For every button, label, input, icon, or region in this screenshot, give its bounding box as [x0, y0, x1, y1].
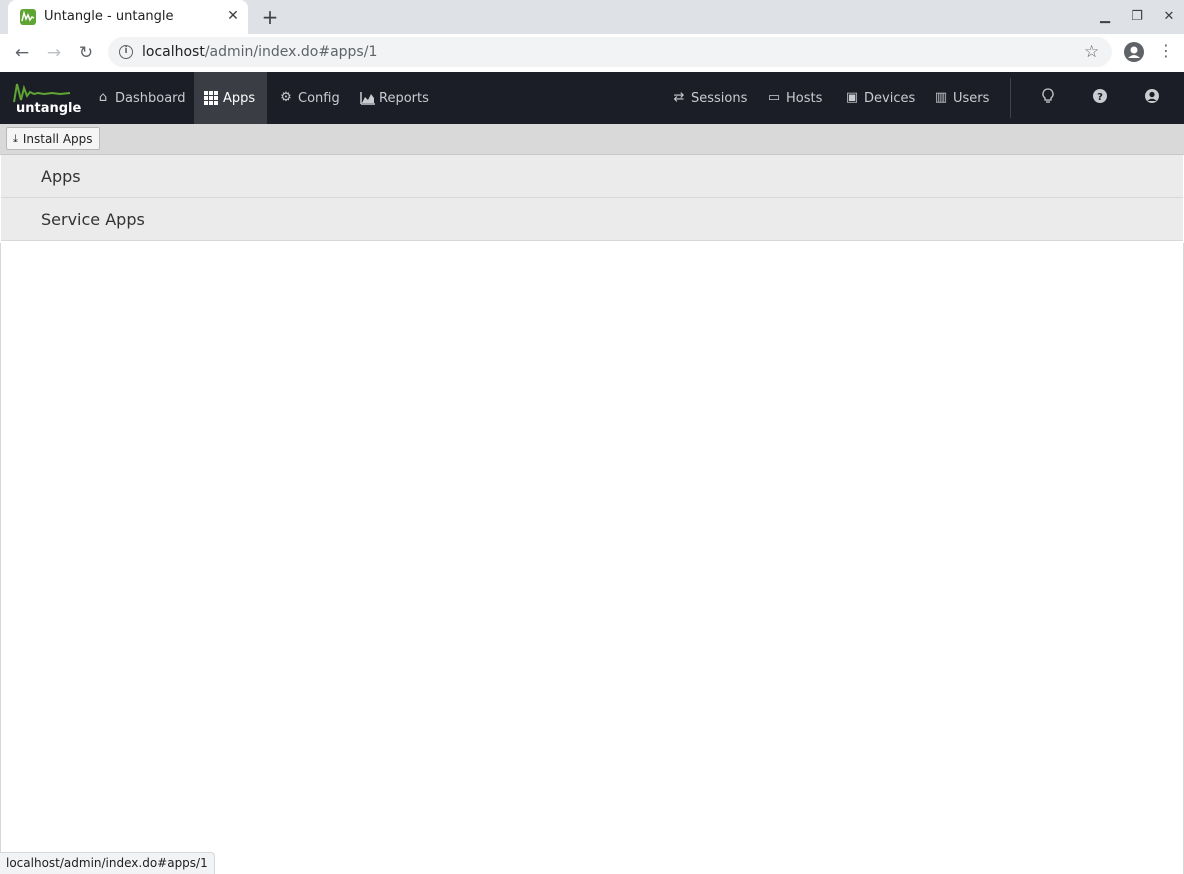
account-icon[interactable] — [1142, 88, 1162, 108]
info-icon[interactable]: i — [119, 45, 133, 59]
nav-reports-label: Reports — [379, 90, 429, 106]
nav-users-label: Users — [953, 90, 990, 106]
menu-kebab-icon[interactable]: ⋮ — [1158, 41, 1174, 60]
hosts-icon: ▭ — [767, 90, 781, 105]
nav-sessions-label: Sessions — [691, 90, 748, 106]
profile-avatar-icon[interactable] — [1124, 42, 1144, 62]
nav-apps-label: Apps — [223, 90, 256, 106]
nav-hosts-label: Hosts — [786, 90, 823, 106]
svg-text:?: ? — [1097, 92, 1103, 103]
close-tab-icon[interactable]: ✕ — [224, 7, 242, 25]
nav-devices[interactable]: ▣ Devices — [833, 72, 927, 124]
apps-content-area — [0, 243, 1184, 874]
app-header: untangle ⌂ Dashboard Apps ⚙ Config Repor… — [0, 72, 1184, 124]
area-chart-icon — [360, 91, 375, 105]
nav-divider — [1010, 78, 1011, 118]
browser-chrome: Untangle - untangle ✕ + ▁ ❐ ✕ ← → ↻ i lo… — [0, 0, 1184, 72]
nav-reports[interactable]: Reports — [348, 72, 441, 124]
users-icon: ▥ — [934, 90, 948, 105]
nav-hosts[interactable]: ▭ Hosts — [755, 72, 834, 124]
group-apps-title: Apps — [41, 167, 81, 186]
reload-icon[interactable]: ↻ — [75, 42, 97, 64]
home-icon: ⌂ — [98, 90, 108, 105]
tab-strip: Untangle - untangle ✕ + ▁ ❐ ✕ — [0, 0, 1184, 34]
install-apps-label: Install Apps — [22, 131, 93, 146]
help-icon[interactable]: ? — [1090, 88, 1110, 108]
minimize-icon[interactable]: ▁ — [1096, 8, 1114, 26]
status-bar-url: localhost/admin/index.do#apps/1 — [0, 852, 215, 874]
grid-icon — [204, 91, 218, 105]
tab-title: Untangle - untangle — [44, 9, 174, 24]
address-bar[interactable]: i localhost/admin/index.do#apps/1 ☆ — [108, 37, 1112, 67]
nav-devices-label: Devices — [864, 90, 916, 106]
close-window-icon[interactable]: ✕ — [1160, 8, 1178, 26]
back-icon[interactable]: ← — [11, 42, 33, 64]
url-text[interactable]: localhost/admin/index.do#apps/1 — [142, 44, 377, 60]
group-service-apps-title: Service Apps — [41, 210, 145, 229]
nav-users[interactable]: ▥ Users — [922, 72, 1001, 124]
nav-sessions[interactable]: ⇄ Sessions — [660, 72, 759, 124]
sessions-icon: ⇄ — [673, 90, 685, 105]
nav-dashboard-label: Dashboard — [115, 90, 186, 106]
browser-toolbar: ← → ↻ i localhost/admin/index.do#apps/1 … — [0, 34, 1184, 72]
browser-tab[interactable]: Untangle - untangle ✕ — [8, 0, 248, 34]
apps-toolbar: ⤓ Install Apps — [0, 124, 1184, 155]
forward-icon[interactable]: → — [43, 42, 65, 64]
gear-icon: ⚙ — [280, 90, 292, 105]
bookmark-star-icon[interactable]: ☆ — [1084, 42, 1099, 62]
lightbulb-icon[interactable] — [1038, 88, 1058, 108]
untangle-favicon-icon — [20, 9, 36, 25]
monitor-icon: ▣ — [845, 90, 859, 105]
new-tab-icon[interactable]: + — [259, 6, 281, 28]
download-icon: ⤓ — [13, 131, 18, 145]
nav-apps[interactable]: Apps — [194, 72, 267, 124]
nav-config[interactable]: ⚙ Config — [267, 72, 352, 124]
logo-text: untangle — [16, 101, 82, 116]
group-apps[interactable]: Apps — [1, 155, 1183, 198]
nav-dashboard[interactable]: ⌂ Dashboard — [84, 72, 198, 124]
group-service-apps[interactable]: Service Apps — [1, 198, 1183, 241]
install-apps-button[interactable]: ⤓ Install Apps — [6, 127, 100, 150]
nav-config-label: Config — [298, 90, 340, 106]
restore-icon[interactable]: ❐ — [1128, 8, 1146, 26]
